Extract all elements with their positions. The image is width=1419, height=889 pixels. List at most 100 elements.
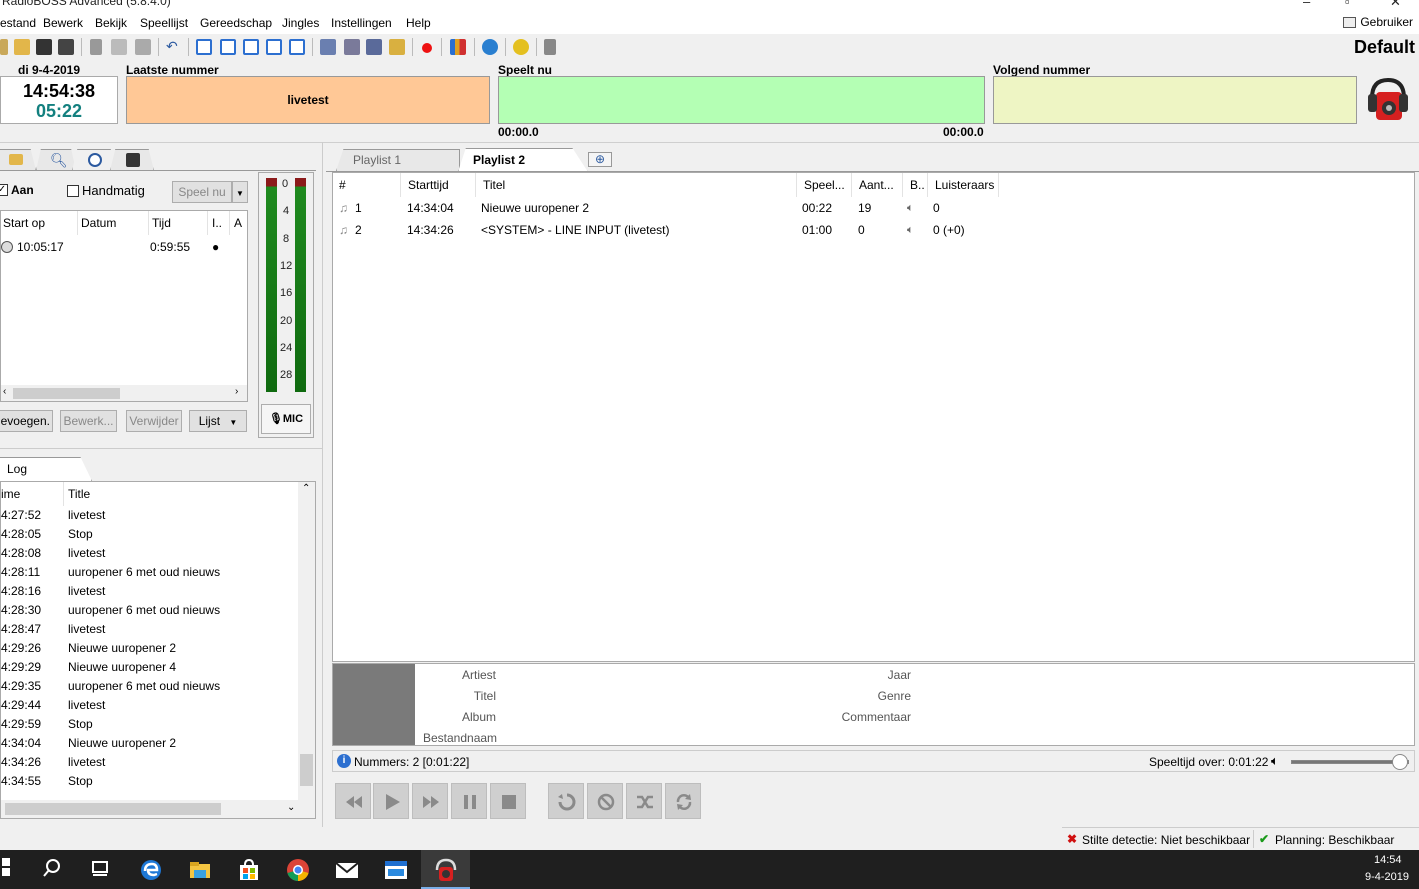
tab-search[interactable]: 🔍︎ [36, 149, 76, 171]
playlist-row[interactable]: ♫ 2 14:34:26 <SYSTEM> - LINE INPUT (livetes… [333, 219, 1414, 241]
loop-button[interactable] [665, 783, 701, 819]
log-row[interactable]: 4:29:35 uuropener 6 met oud nieuws [1, 677, 297, 696]
log-list[interactable]: ime Title 4:27:52 livetest 4:28:05 Stop 4:28… [0, 481, 316, 819]
record-icon[interactable] [422, 43, 432, 53]
col-title[interactable]: Titel [477, 173, 797, 197]
store-icon[interactable] [237, 858, 261, 882]
repeat-button[interactable] [548, 783, 584, 819]
cut-icon[interactable] [90, 39, 102, 55]
log-row[interactable]: 4:29:29 Nieuwe uuropener 4 [1, 658, 297, 677]
col-title[interactable]: Title [68, 487, 90, 501]
close-icon[interactable]: ✕ [1390, 0, 1401, 10]
scroll-right-icon[interactable]: › [235, 386, 238, 397]
col-a[interactable]: A [232, 211, 248, 235]
start-windows-icon[interactable] [0, 858, 16, 882]
menu-file[interactable]: estand [0, 16, 36, 30]
playlist-row[interactable]: ♫ 1 14:34:04 Nieuwe uuropener 2 00:22 19 0 🔈︎ [333, 197, 1414, 219]
scheduler-icon[interactable] [366, 39, 382, 55]
log-row[interactable]: 4:28:08 livetest [1, 544, 297, 563]
scroll-up-icon[interactable]: ⌃ [302, 483, 310, 494]
scroll-left-icon[interactable]: ‹ [3, 386, 6, 397]
mic-button[interactable]: 🎙︎MIC [261, 404, 311, 434]
layout-3-icon[interactable] [243, 39, 259, 55]
col-start-time[interactable]: Starttijd [402, 173, 476, 197]
taskbar-radioboss[interactable] [421, 850, 470, 889]
menu-help[interactable]: Help [406, 16, 431, 30]
add-tracks-icon[interactable] [320, 39, 336, 55]
search-icon[interactable] [42, 858, 66, 882]
maximize-icon[interactable]: ▫ [1345, 0, 1350, 9]
col-listeners[interactable]: Luisteraars [929, 173, 999, 197]
col-time[interactable]: Tijd [150, 211, 208, 235]
add-event-button[interactable]: evoegen. [0, 410, 53, 432]
play-button[interactable] [373, 783, 409, 819]
file-explorer-icon[interactable] [188, 858, 212, 882]
paste-icon[interactable] [135, 39, 151, 55]
undo-icon[interactable]: ↶ [166, 39, 182, 55]
open-folder-icon[interactable] [14, 39, 30, 55]
menu-settings[interactable]: Instellingen [331, 16, 392, 30]
task-view-icon[interactable] [90, 858, 114, 882]
col-i[interactable]: I.. [210, 211, 230, 235]
minimize-icon[interactable]: – [1303, 0, 1310, 9]
layout-4-icon[interactable] [266, 39, 282, 55]
add-playlist-button[interactable]: ⊕ [588, 152, 612, 167]
scrollbar-thumb[interactable] [300, 754, 313, 786]
volume-thumb[interactable] [1392, 754, 1408, 770]
log-hscrollbar[interactable]: ⌄ [1, 800, 315, 818]
statistics-icon[interactable] [450, 39, 466, 55]
log-row[interactable]: 4:29:44 livetest [1, 696, 297, 715]
log-row[interactable]: 4:34:26 livetest [1, 753, 297, 772]
tab-playlist-1[interactable]: Playlist 1 [336, 149, 460, 171]
fast-forward-button[interactable] [412, 783, 448, 819]
play-now-button[interactable]: Speel nu [172, 181, 232, 203]
rewind-button[interactable] [335, 783, 371, 819]
scheduler-list[interactable]: Start op Datum Tijd I.. A 10:05:17 0:59:… [0, 210, 248, 402]
scheduler-hscrollbar[interactable]: ‹ › [1, 385, 247, 401]
menu-jingles[interactable]: Jingles [282, 16, 319, 30]
chrome-icon[interactable] [286, 858, 310, 882]
copy-icon[interactable] [111, 39, 127, 55]
menu-edit[interactable]: Bewerk [43, 16, 83, 30]
save-icon[interactable] [36, 39, 52, 55]
col-number[interactable]: # [333, 173, 401, 197]
list-button[interactable]: Lijst ▼ [189, 410, 247, 432]
log-row[interactable]: 4:28:11 uuropener 6 met oud nieuws [1, 563, 297, 582]
scheduler-enabled-checkbox[interactable]: ✓ Aan [0, 183, 34, 197]
log-row[interactable]: 4:34:55 Stop [1, 772, 297, 791]
edit-event-button[interactable]: Bewerk... [60, 410, 117, 432]
user-menu[interactable]: Gebruiker [1343, 15, 1413, 29]
block-button[interactable] [587, 783, 623, 819]
playlist-grid[interactable]: # Starttijd Titel Speel... Aant... B.. L… [332, 172, 1415, 662]
playlist-generator-icon[interactable] [344, 39, 360, 55]
log-row[interactable]: 4:27:52 livetest [1, 506, 297, 525]
tab-scheduler[interactable] [72, 149, 116, 171]
layout-5-icon[interactable] [289, 39, 305, 55]
layout-2-icon[interactable] [220, 39, 236, 55]
log-row[interactable]: 4:34:04 Nieuwe uuropener 2 [1, 734, 297, 753]
play-now-dropdown[interactable]: ▼ [232, 181, 248, 203]
scroll-down-icon[interactable]: ⌄ [287, 802, 295, 813]
menu-view[interactable]: Bekijk [95, 16, 127, 30]
scheduler-row[interactable]: 10:05:17 0:59:55 ● [1, 235, 247, 257]
col-count[interactable]: Aant... [853, 173, 903, 197]
log-row[interactable]: 4:28:30 uuropener 6 met oud nieuws [1, 601, 297, 620]
tab-playlist-2[interactable]: Playlist 2 [458, 148, 588, 172]
log-row[interactable]: 4:29:26 Nieuwe uuropener 2 [1, 639, 297, 658]
scrollbar-thumb[interactable] [5, 803, 221, 815]
tab-jingles[interactable] [110, 149, 154, 171]
manual-checkbox[interactable]: Handmatig [67, 183, 145, 198]
globe-icon[interactable] [482, 39, 498, 55]
pause-button[interactable] [451, 783, 487, 819]
tab-log[interactable]: Log [0, 457, 92, 481]
edge-browser-icon[interactable] [139, 858, 163, 882]
col-duration[interactable]: Speel... [798, 173, 852, 197]
tab-files[interactable] [0, 149, 36, 171]
log-row[interactable]: 4:28:05 Stop [1, 525, 297, 544]
library-icon[interactable] [389, 39, 405, 55]
app-window-icon[interactable] [384, 858, 408, 882]
shuffle-button[interactable] [626, 783, 662, 819]
volume-slider[interactable] [1291, 754, 1409, 770]
log-row[interactable]: 4:28:47 livetest [1, 620, 297, 639]
mute-icon[interactable] [544, 39, 556, 55]
